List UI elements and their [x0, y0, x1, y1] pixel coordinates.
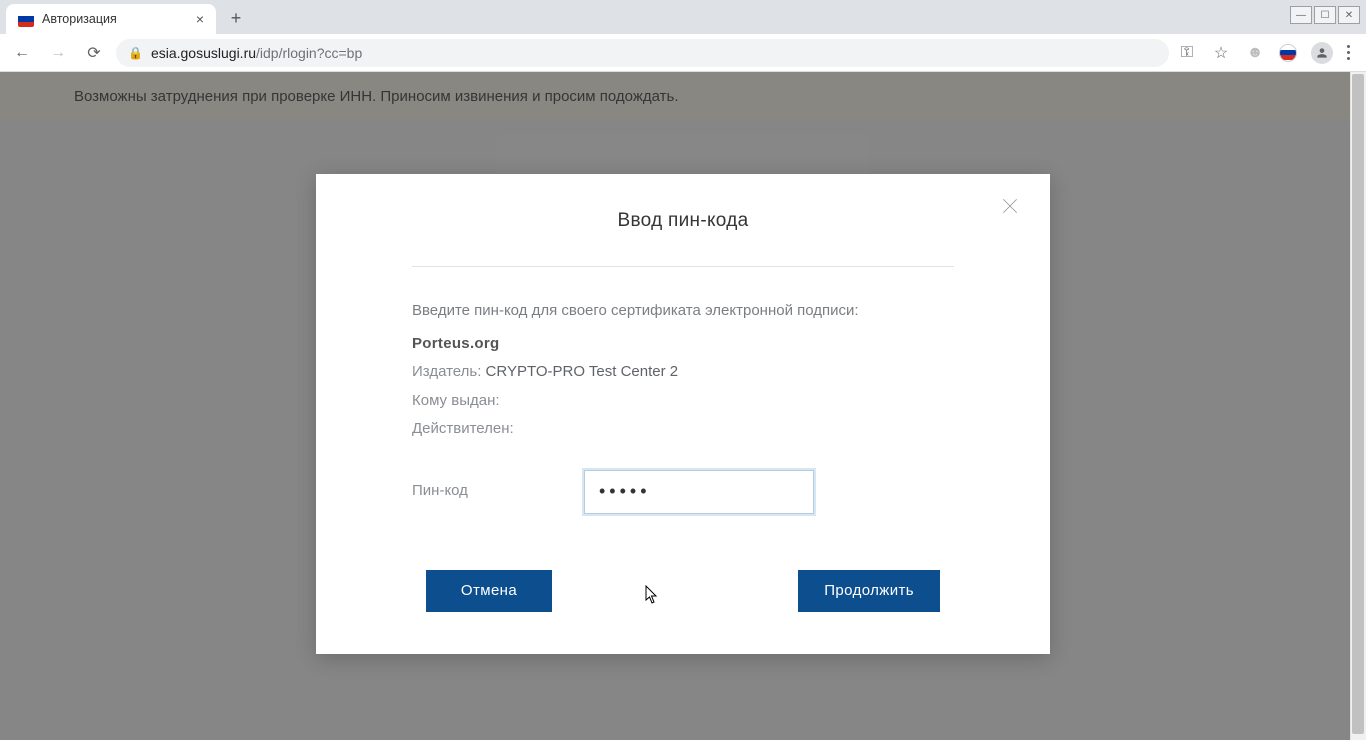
window-close-button[interactable]: ✕ [1338, 6, 1360, 24]
url-text: esia.gosuslugi.ru/idp/rlogin?cc=bp [151, 45, 362, 61]
pin-input[interactable] [584, 470, 814, 514]
extension-icon[interactable]: ☻ [1245, 43, 1265, 63]
bookmark-star-icon[interactable]: ☆ [1211, 43, 1231, 63]
continue-button[interactable]: Продолжить [798, 570, 940, 612]
certificate-issuer: Издатель: CRYPTO-PRO Test Center 2 [412, 358, 954, 387]
nav-back-button[interactable]: ← [8, 39, 36, 67]
dialog-prompt: Введите пин-код для своего сертификата э… [412, 297, 954, 326]
russia-flag-icon [18, 11, 34, 27]
nav-forward-button[interactable]: → [44, 39, 72, 67]
scrollbar-thumb[interactable] [1352, 74, 1364, 734]
new-tab-button[interactable]: + [222, 4, 250, 32]
vertical-scrollbar[interactable] [1350, 72, 1366, 740]
tab-close-icon[interactable]: × [196, 11, 204, 27]
window-maximize-button[interactable]: ☐ [1314, 6, 1336, 24]
dialog-close-button[interactable] [1000, 196, 1020, 221]
tab-title: Авторизация [42, 12, 117, 26]
window-controls: — ☐ ✕ [1290, 6, 1360, 24]
profile-avatar-icon[interactable] [1311, 42, 1333, 64]
certificate-subject: Кому выдан: [412, 387, 954, 416]
page-viewport: Возможны затруднения при проверке ИНН. П… [0, 72, 1366, 740]
nav-reload-button[interactable]: ⟳ [80, 39, 108, 67]
browser-tabstrip: Авторизация × + — ☐ ✕ [0, 0, 1366, 34]
cancel-button[interactable]: Отмена [426, 570, 552, 612]
key-icon[interactable]: ⚿ [1177, 43, 1197, 63]
russia-flag-icon[interactable] [1279, 44, 1297, 62]
certificate-name: Porteus.org [412, 330, 954, 359]
certificate-validity: Действителен: [412, 415, 954, 444]
dialog-title: Ввод пин-кода [412, 210, 954, 232]
browser-toolbar: ← → ⟳ 🔒 esia.gosuslugi.ru/idp/rlogin?cc=… [0, 34, 1366, 72]
pin-entry-dialog: Ввод пин-кода Введите пин-код для своего… [316, 174, 1050, 654]
divider [412, 266, 954, 267]
pin-field-label: Пин-код [412, 477, 584, 506]
window-minimize-button[interactable]: — [1290, 6, 1312, 24]
browser-tab-active[interactable]: Авторизация × [6, 4, 216, 34]
browser-menu-button[interactable] [1347, 45, 1350, 60]
address-bar[interactable]: 🔒 esia.gosuslugi.ru/idp/rlogin?cc=bp [116, 39, 1169, 67]
lock-icon: 🔒 [128, 46, 143, 60]
